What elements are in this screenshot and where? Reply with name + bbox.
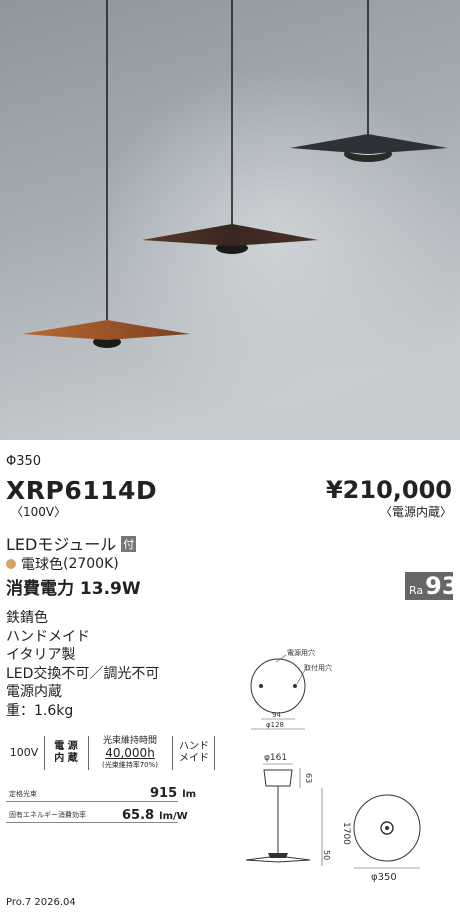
cord-length-dim: 1700 [341, 822, 351, 845]
canopy-height-dim: 63 [304, 773, 313, 783]
canopy-dim: φ161 [264, 753, 287, 763]
power-hole-label: 電源用穴 [287, 648, 315, 657]
mount-hole-label: 取付用穴 [304, 663, 332, 672]
shade-height-dim: 50 [322, 850, 331, 860]
canopy-top-dim: φ128 [266, 721, 284, 729]
shade-dim: φ350 [371, 872, 397, 883]
hole-spacing-dim: 94 [272, 711, 281, 719]
dimension-drawing: 電源用穴 取付用穴 94 φ128 φ161 63 1700 50 φ350 [245, 648, 421, 883]
footer-page-info: Pro.7 2026.04 [6, 897, 76, 908]
canopy-side-view [263, 769, 293, 787]
